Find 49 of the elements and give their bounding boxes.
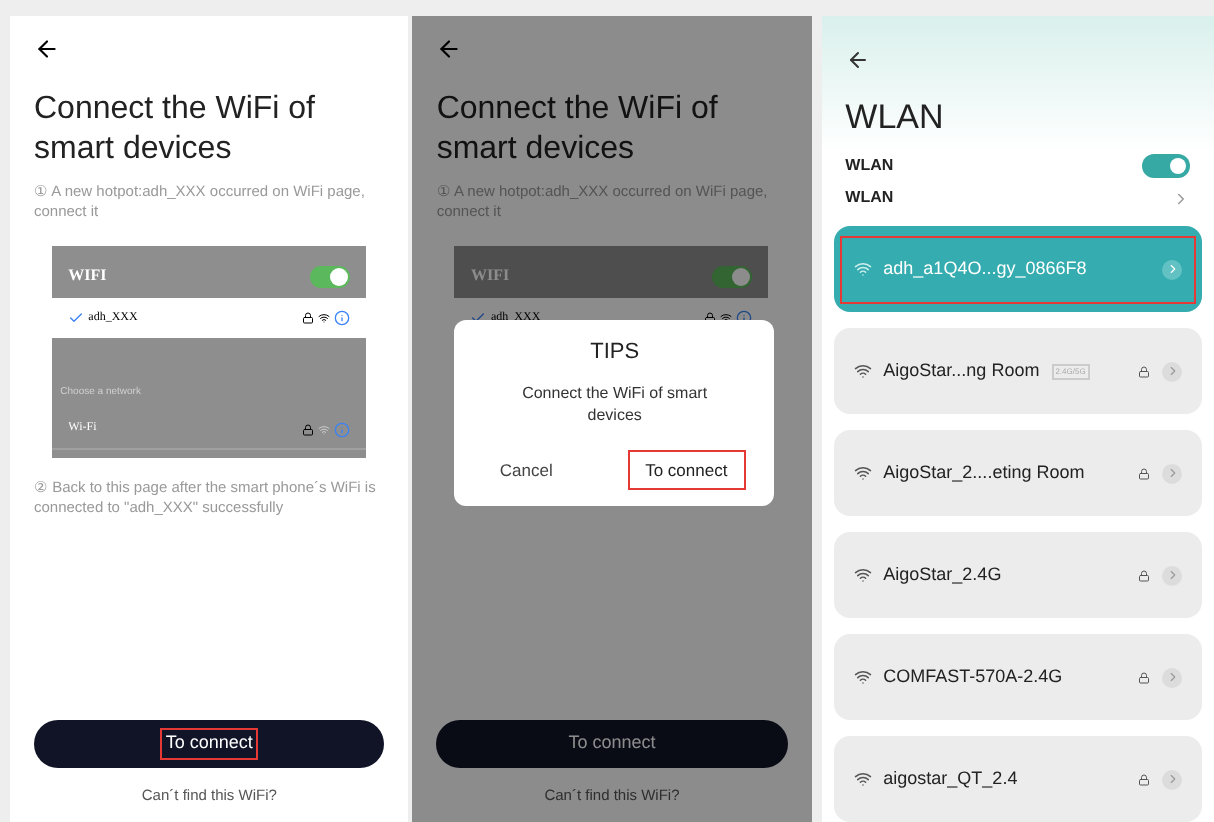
wifi-icon (853, 464, 872, 482)
check-icon (470, 310, 487, 326)
back-icon[interactable] (436, 36, 463, 62)
page-title: Connect the WiFi of smart devices (34, 90, 317, 170)
wifi-label: WIFI (470, 264, 510, 288)
network-card[interactable]: AigoStar_2....eting Room (833, 430, 1202, 516)
cancel-button[interactable]: Cancel (483, 453, 569, 487)
info-icon (334, 421, 351, 437)
wifi-label: WIFI (68, 264, 107, 288)
network-name: aigostar_QT_2.4 (883, 765, 1018, 792)
wifi-icon (853, 668, 872, 686)
network-name: AigoStar_2.4G (883, 561, 1002, 588)
network-card[interactable]: AigoStar_2.4G (833, 532, 1202, 618)
wifi-icon (853, 770, 872, 788)
connect-button[interactable]: To connect (436, 719, 788, 768)
network-name: AigoStar_2....eting Room (883, 459, 1085, 486)
chevron-icon (1172, 189, 1190, 208)
network-name: AigoStar...ng Room (883, 357, 1040, 384)
confirm-button[interactable]: To connect (627, 449, 746, 491)
network-card[interactable]: aigostar_QT_2.4 (833, 736, 1202, 822)
wlan-settings-row[interactable]: WLAN (821, 182, 1214, 214)
network-name: COMFAST-570A-2.4G (883, 663, 1063, 690)
wifi-icon (318, 312, 331, 324)
back-icon[interactable] (845, 48, 870, 72)
chevron-icon (1162, 259, 1182, 279)
dialog-message: Connect the WiFi of smart devices (520, 381, 710, 425)
chevron-icon (1162, 667, 1182, 687)
check-icon (68, 310, 85, 326)
wifi-icon (853, 362, 872, 380)
wifi-icon (318, 423, 331, 435)
wifi-icon (853, 566, 872, 584)
wifi-icon (853, 260, 872, 278)
network-name: adh_a1Q4O...gy_0866F8 (883, 255, 1087, 282)
chevron-icon (1162, 361, 1182, 381)
chevron-icon (1162, 769, 1182, 789)
wlan-label: WLAN (845, 154, 894, 179)
lock-icon (302, 312, 315, 324)
dialog-title: TIPS (590, 338, 640, 368)
connect-button[interactable]: To connect (34, 719, 385, 768)
back-icon[interactable] (34, 36, 60, 62)
page-title: Connect the WiFi of smart devices (436, 90, 720, 170)
toggle-switch[interactable] (1142, 154, 1190, 179)
info-icon (334, 310, 351, 326)
network-card[interactable]: COMFAST-570A-2.4G (833, 634, 1202, 720)
page-title: WLAN (845, 96, 946, 140)
chevron-icon (1162, 565, 1182, 585)
wifi-icon (720, 312, 733, 324)
chevron-icon (1162, 463, 1182, 483)
lock-icon (302, 423, 315, 435)
